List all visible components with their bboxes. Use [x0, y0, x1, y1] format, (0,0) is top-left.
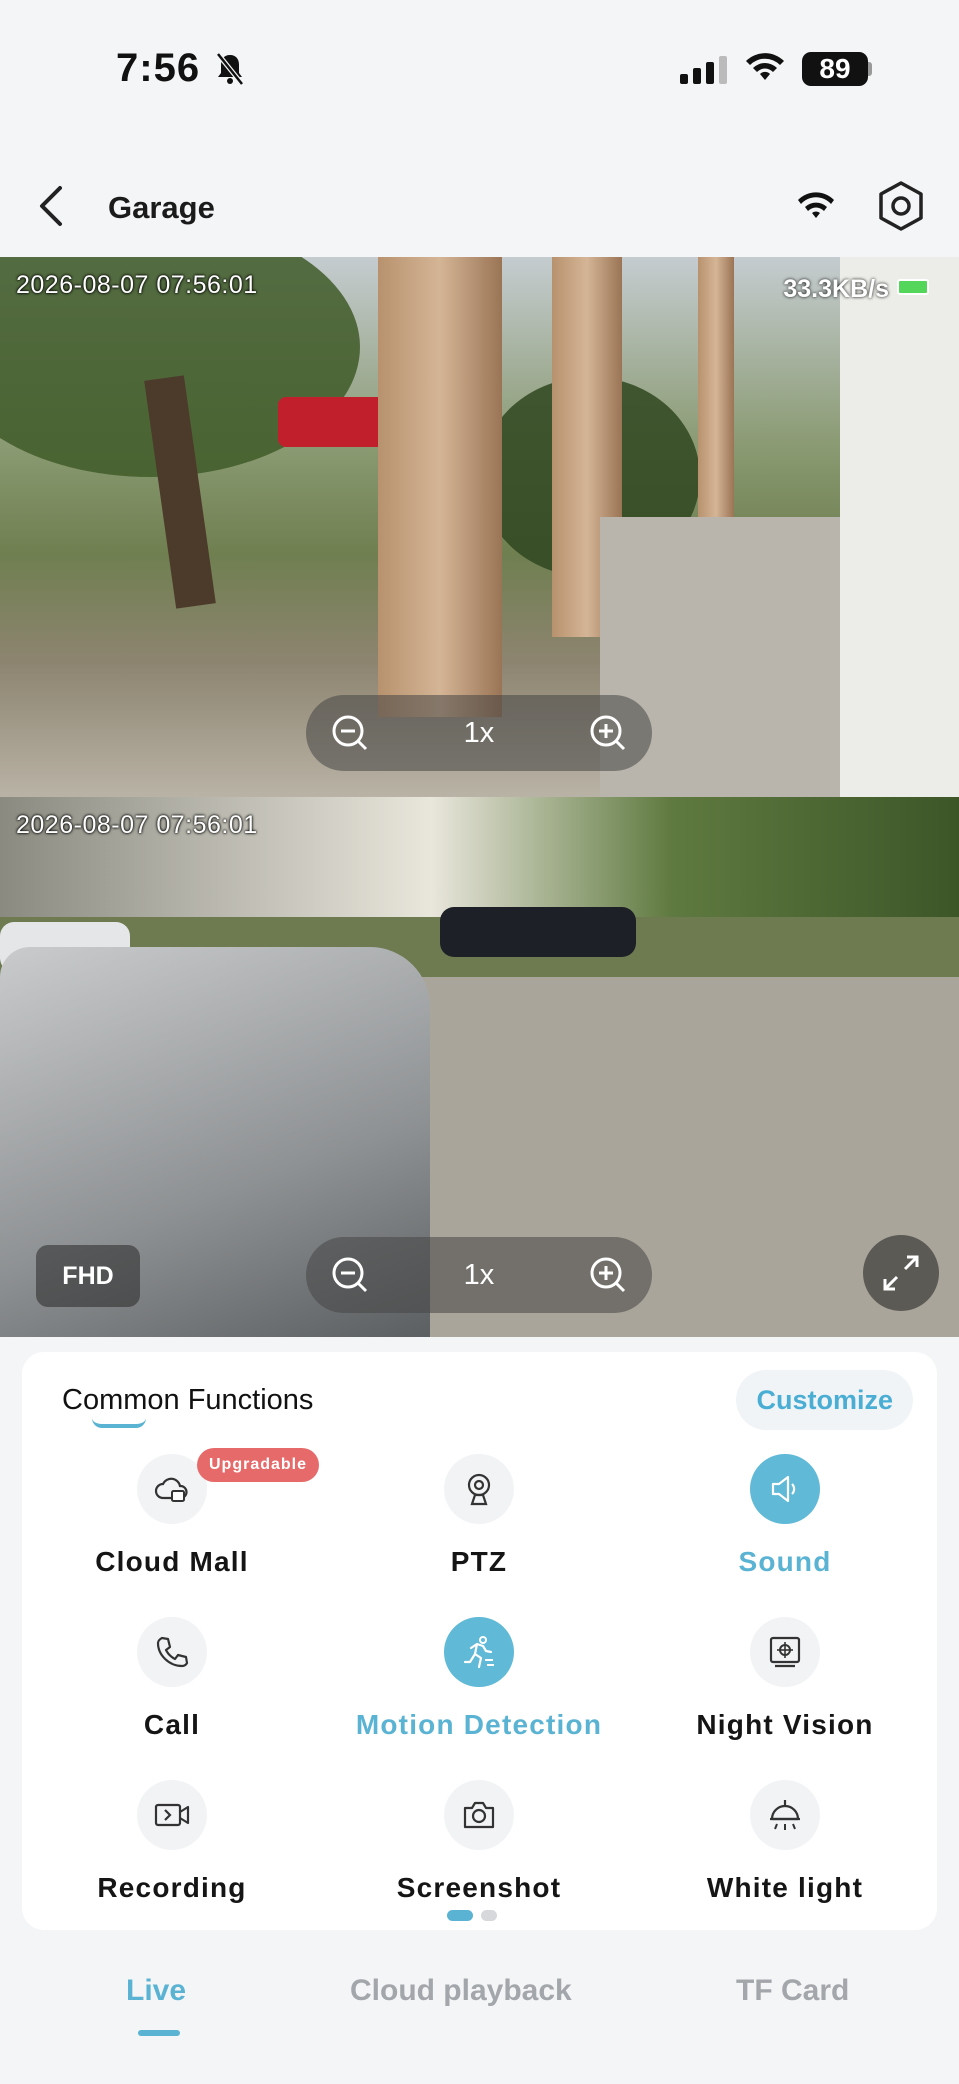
zoom-control: 1x — [306, 1237, 652, 1313]
function-motion-detection[interactable]: Motion Detection — [329, 1617, 629, 1741]
page-indicator — [447, 1908, 505, 1926]
night-vision-icon — [750, 1617, 820, 1687]
title-accent — [92, 1418, 146, 1428]
function-screenshot[interactable]: Screenshot — [329, 1780, 629, 1904]
function-label: Sound — [738, 1546, 832, 1577]
function-label: Recording — [97, 1872, 247, 1903]
feed-timestamp: 2026-08-07 07:56:01 — [16, 271, 258, 299]
active-tab-indicator — [138, 2030, 180, 2036]
red-truck — [278, 397, 388, 447]
settings-hexagon-icon[interactable] — [876, 180, 926, 237]
ptz-camera-icon — [444, 1454, 514, 1524]
stone-pillar-left — [378, 257, 502, 717]
camera-wifi-icon[interactable] — [796, 188, 836, 227]
cellular-signal-icon — [680, 56, 728, 89]
function-cloud-mall[interactable]: Upgradable Cloud Mall — [22, 1448, 322, 1578]
zoom-in-icon[interactable] — [588, 1255, 628, 1300]
app-header: Garage — [0, 160, 959, 256]
function-label: White light — [706, 1872, 864, 1903]
function-night-vision[interactable]: Night Vision — [635, 1617, 935, 1741]
function-label: Motion Detection — [355, 1709, 603, 1740]
tab-live[interactable]: Live — [126, 1974, 186, 2008]
zoom-control: 1x — [306, 695, 652, 771]
fullscreen-button[interactable] — [863, 1235, 939, 1311]
back-button[interactable] — [34, 182, 68, 235]
bitrate-label: 33.3KB/s — [783, 275, 889, 303]
function-label: Screenshot — [396, 1872, 562, 1903]
black-suv — [440, 907, 636, 957]
function-recording[interactable]: Recording — [22, 1780, 322, 1904]
tab-cloud-playback[interactable]: Cloud playback — [350, 1974, 572, 2008]
garage-wall — [840, 257, 959, 797]
battery-indicator: 89 — [802, 52, 868, 86]
page-dot-active[interactable] — [447, 1910, 473, 1921]
function-call[interactable]: Call — [22, 1617, 322, 1741]
lamp-icon — [750, 1780, 820, 1850]
camera-battery-icon — [897, 279, 929, 295]
wifi-status-icon — [744, 50, 786, 89]
function-ptz[interactable]: PTZ — [329, 1454, 629, 1578]
common-functions-panel: Common Functions Customize Upgradable Cl… — [22, 1352, 937, 1930]
silent-bell-icon — [214, 52, 246, 91]
bottom-tab-bar: Live Cloud playback TF Card — [0, 1948, 959, 2084]
status-bar: 7:56 89 — [0, 0, 959, 140]
zoom-in-icon[interactable] — [588, 713, 628, 758]
function-label: PTZ — [450, 1546, 508, 1577]
running-person-icon — [444, 1617, 514, 1687]
stone-pillar-right — [698, 257, 734, 557]
upgradable-badge: Upgradable — [197, 1448, 320, 1482]
speaker-icon — [750, 1454, 820, 1524]
function-white-light[interactable]: White light — [635, 1780, 935, 1904]
feed-timestamp: 2026-08-07 07:56:01 — [16, 811, 258, 839]
panel-title: Common Functions — [62, 1384, 314, 1416]
function-label: Cloud Mall — [95, 1546, 249, 1577]
function-label: Call — [143, 1709, 201, 1740]
expand-icon — [883, 1255, 919, 1291]
function-label: Night Vision — [696, 1709, 874, 1740]
camera-icon — [444, 1780, 514, 1850]
customize-button[interactable]: Customize — [736, 1370, 913, 1430]
page-title: Garage — [108, 190, 215, 225]
function-sound[interactable]: Sound — [635, 1454, 935, 1578]
camera-feed-1[interactable]: 2026-08-07 07:56:01 33.3KB/s 1x — [0, 257, 959, 797]
battery-tip — [868, 62, 872, 76]
quality-toggle-button[interactable]: FHD — [36, 1245, 140, 1307]
video-record-icon — [137, 1780, 207, 1850]
status-time: 7:56 — [116, 46, 201, 90]
phone-icon — [137, 1617, 207, 1687]
tab-tf-card[interactable]: TF Card — [736, 1974, 849, 2008]
page-dot[interactable] — [481, 1910, 497, 1921]
camera-feed-2[interactable]: 2026-08-07 07:56:01 1x FHD — [0, 797, 959, 1337]
